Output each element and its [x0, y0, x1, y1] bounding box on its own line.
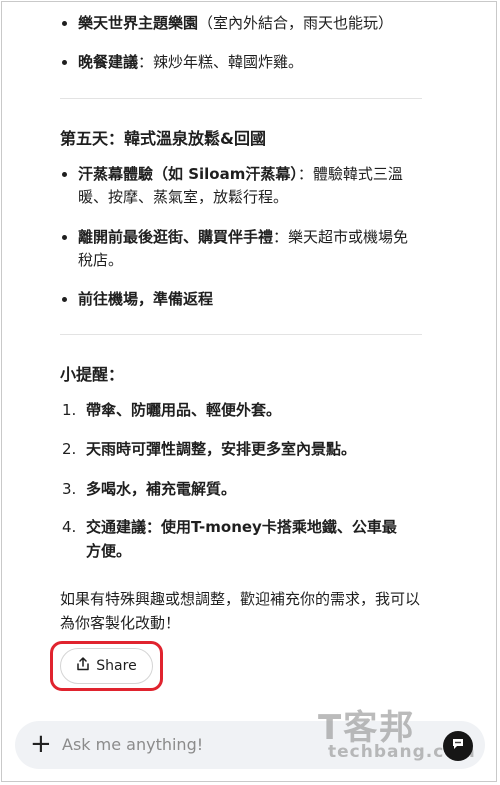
share-icon [76, 657, 90, 675]
chat-input[interactable]: Ask me anything! [62, 735, 203, 754]
voice-button[interactable] [443, 731, 473, 761]
item-text: 多喝水，補充電解質。 [86, 480, 237, 498]
item-number: 4. [62, 518, 77, 536]
list-item: 離開前最後逛街、購買伴手禮：樂天超市或機場免稅店。 [62, 226, 417, 272]
item-title: 汗蒸幕體驗（如 Siloam汗蒸幕） [78, 165, 298, 183]
item-text: 帶傘、防曬用品、輕便外套。 [86, 401, 282, 419]
numbered-item: 2. 天雨時可彈性調整，安排更多室內景點。 [62, 437, 422, 461]
list-item: 樂天世界主題樂園（室內外結合，雨天也能玩） [62, 12, 417, 35]
numbered-item: 4. 交通建議：使用T-money卡搭乘地鐵、公車最方便。 [62, 515, 402, 563]
numbered-item: 3. 多喝水，補充電解質。 [62, 477, 422, 501]
closing-message: 如果有特殊興趣或想調整，歡迎補充你的需求，我可以為你客製化改動！ [60, 590, 421, 632]
item-title: 前往機場，準備返程 [78, 290, 214, 308]
list-item: 晚餐建議：辣炒年糕、韓國炸雞。 [62, 51, 417, 74]
chat-bubble-icon [450, 736, 466, 756]
item-title: 晚餐建議 [78, 53, 139, 71]
item-text: 交通建議：使用T-money卡搭乘地鐵、公車最方便。 [86, 518, 397, 560]
item-title: 樂天世界主題樂園 [78, 14, 199, 32]
divider [60, 334, 422, 335]
plus-icon[interactable]: + [30, 731, 52, 757]
section-heading: 第五天：韓式溫泉放鬆&回國 [60, 129, 266, 148]
tips-heading: 小提醒： [60, 365, 125, 384]
share-button[interactable]: Share [60, 648, 153, 684]
item-number: 2. [62, 440, 77, 458]
item-detail: ：辣炒年糕、韓國炸雞。 [138, 53, 304, 71]
item-number: 1. [62, 401, 77, 419]
divider [60, 98, 422, 99]
list-item: 汗蒸幕體驗（如 Siloam汗蒸幕）：體驗韓式三溫暖、按摩、蒸氣室，放鬆行程。 [62, 163, 417, 209]
list-item: 前往機場，準備返程 [62, 288, 417, 311]
numbered-item: 1. 帶傘、防曬用品、輕便外套。 [62, 398, 422, 422]
share-label: Share [96, 658, 137, 674]
item-text: 天雨時可彈性調整，安排更多室內景點。 [86, 440, 357, 458]
item-number: 3. [62, 480, 77, 498]
item-detail: （室內外結合，雨天也能玩） [198, 14, 394, 32]
item-title: 離開前最後逛街、購買伴手禮 [78, 228, 274, 246]
